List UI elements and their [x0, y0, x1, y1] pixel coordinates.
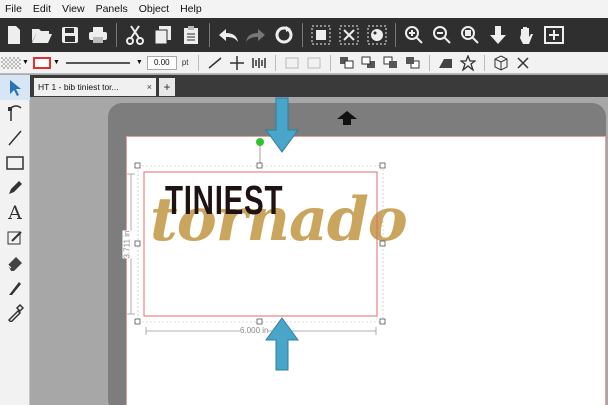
menu-panels[interactable]: Panels: [91, 3, 134, 15]
ungroup-icon[interactable]: [335, 22, 363, 48]
redo-icon[interactable]: [242, 22, 270, 48]
open-icon[interactable]: [28, 22, 56, 48]
send-backward-icon[interactable]: [402, 53, 424, 73]
close-icon[interactable]: [512, 53, 534, 73]
print-icon[interactable]: [84, 22, 112, 48]
pan-hand-icon[interactable]: [512, 22, 540, 48]
design-text-tiniest[interactable]: TINIEST: [165, 177, 283, 224]
shape-icon[interactable]: [435, 53, 457, 73]
menu-bar: File Edit View Panels Object Help: [0, 0, 608, 18]
menu-help[interactable]: Help: [175, 3, 208, 15]
save-icon[interactable]: [56, 22, 84, 48]
fit-page-icon[interactable]: [540, 22, 568, 48]
draw-shape-icon[interactable]: [0, 225, 30, 250]
main-toolbar: [0, 18, 608, 52]
star-icon[interactable]: [457, 53, 479, 73]
knife-icon[interactable]: [0, 275, 30, 300]
stroke-width-input[interactable]: 0.00: [146, 55, 177, 70]
node-edit-icon[interactable]: [0, 100, 30, 125]
menu-view[interactable]: View: [57, 3, 91, 15]
toolbar-separator: [275, 54, 277, 71]
properties-toolbar: ▼ ▼ ▼ 0.00 pt: [0, 52, 608, 74]
cut-icon[interactable]: [121, 22, 149, 48]
align-icon[interactable]: [248, 53, 270, 73]
fill-icon[interactable]: [363, 22, 391, 48]
menu-edit[interactable]: Edit: [28, 3, 57, 15]
pencil-icon[interactable]: [0, 175, 30, 200]
group-icon[interactable]: [307, 22, 335, 48]
tab-document[interactable]: HT 1 - bib tiniest tor... ×: [34, 78, 156, 96]
rectangle-icon[interactable]: [0, 150, 30, 175]
bring-forward-icon[interactable]: [380, 53, 402, 73]
send-back-icon[interactable]: [358, 53, 380, 73]
offset-icon: [303, 53, 325, 73]
width-dimension-label: 6.000 in: [240, 326, 269, 335]
fill-pattern-icon[interactable]: [0, 53, 22, 73]
tool-palette: A: [0, 75, 30, 405]
document-tab-bar: HT 1 - bib tiniest tor... × +: [30, 75, 608, 97]
line-icon[interactable]: [0, 125, 30, 150]
menu-file[interactable]: File: [0, 3, 28, 15]
zoom-in-icon[interactable]: [400, 22, 428, 48]
new-icon[interactable]: [0, 22, 28, 48]
zoom-select-icon[interactable]: [456, 22, 484, 48]
tab-document-label: HT 1 - bib tiniest tor...: [38, 82, 119, 92]
toolbar-separator: [302, 23, 303, 47]
undo-icon[interactable]: [214, 22, 242, 48]
toolbar-separator: [395, 23, 396, 47]
chevron-down-icon: ▼: [135, 59, 143, 66]
line-style-select[interactable]: ▼: [65, 59, 143, 66]
crosshair-icon[interactable]: [226, 53, 248, 73]
toolbar-separator: [484, 54, 486, 71]
chevron-down-icon[interactable]: ▼: [22, 59, 29, 66]
bring-front-icon[interactable]: [336, 53, 358, 73]
line-icon[interactable]: [204, 53, 226, 73]
menu-object[interactable]: Object: [134, 3, 175, 15]
chevron-down-icon[interactable]: ▼: [53, 59, 60, 66]
refresh-icon[interactable]: [270, 22, 298, 48]
toolbar-separator: [330, 54, 332, 71]
feed-direction-arrow-icon: [337, 111, 357, 125]
eyedropper-icon[interactable]: [0, 300, 30, 325]
toolbar-separator: [116, 23, 117, 47]
select-arrow-icon[interactable]: [0, 75, 30, 100]
eraser-icon[interactable]: [0, 250, 30, 275]
paste-icon[interactable]: [177, 22, 205, 48]
zoom-out-icon[interactable]: [428, 22, 456, 48]
height-dimension-label: 3.711 in: [122, 230, 132, 259]
add-tab-button[interactable]: +: [159, 78, 175, 96]
weld-icon: [281, 53, 303, 73]
line-color-icon[interactable]: [31, 53, 53, 73]
toolbar-separator: [198, 54, 200, 71]
move-down-icon[interactable]: [484, 22, 512, 48]
stroke-unit-label: pt: [181, 58, 189, 67]
toolbar-separator: [429, 54, 431, 71]
toolbar-separator: [209, 23, 210, 47]
copy-icon[interactable]: [149, 22, 177, 48]
text-icon[interactable]: A: [0, 200, 30, 225]
cube-icon[interactable]: [490, 53, 512, 73]
close-icon[interactable]: ×: [147, 82, 152, 92]
